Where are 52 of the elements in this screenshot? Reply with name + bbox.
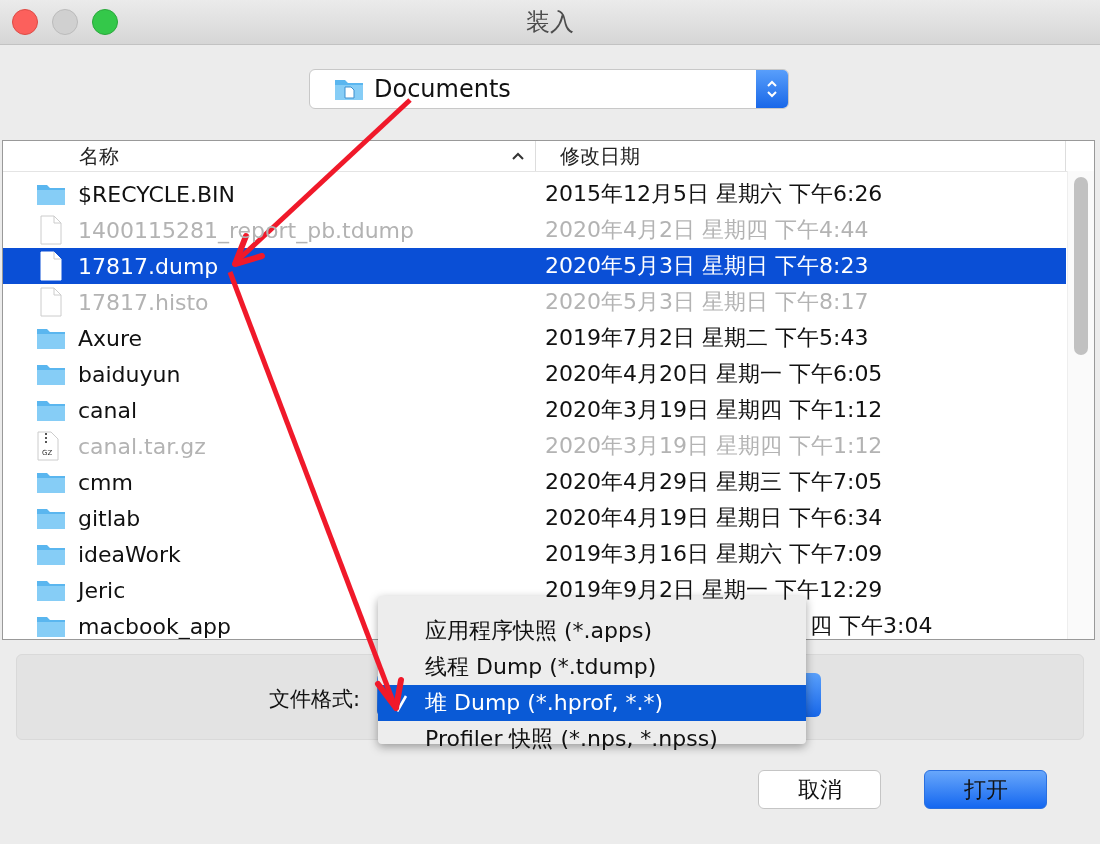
close-button[interactable]	[12, 9, 38, 35]
modified-date: 2019年3月16日 星期六 下午7:09	[545, 541, 883, 566]
column-header[interactable]: 名称	[3, 141, 536, 171]
modified-date: 四 下午3:04	[810, 613, 933, 638]
folder-icon	[36, 542, 66, 566]
open-button[interactable]: 打开	[924, 770, 1047, 809]
menu-item[interactable]: 堆 Dump (*.hprof, *.*)	[378, 685, 806, 721]
modified-date: 2020年4月19日 星期日 下午6:34	[545, 505, 883, 530]
selected-row[interactable]: 17817.dump 2020年5月3日 星期日 下午8:23	[3, 248, 1066, 284]
folder-icon	[36, 362, 66, 386]
file-name[interactable]: Axure	[78, 325, 143, 351]
modified-date: 2020年3月19日 星期四 下午1:12	[545, 433, 883, 458]
modified-date: 2020年4月2日 星期四 下午4:44	[545, 217, 869, 242]
stepper-icon	[765, 78, 779, 100]
menu-item[interactable]: Profiler 快照 (*.nps, *.npss)	[378, 721, 806, 757]
modified-date: 2020年4月29日 星期三 下午7:05	[545, 469, 883, 494]
modified-date: 2020年3月19日 星期四 下午1:12	[545, 397, 883, 422]
file-name[interactable]: macbook_app	[78, 613, 232, 639]
folder-icon	[36, 182, 66, 206]
scrollbar-thumb[interactable]	[1074, 177, 1088, 355]
folder-icon	[36, 398, 66, 422]
menu-item[interactable]: 线程 Dump (*.tdump)	[378, 649, 806, 685]
modified-date: 2019年7月2日 星期二 下午5:43	[545, 325, 869, 350]
scrollbar[interactable]	[1067, 171, 1094, 639]
column-header[interactable]: 修改日期	[536, 141, 1066, 171]
folder-icon	[36, 470, 66, 494]
file-name[interactable]: cmm	[78, 469, 133, 495]
document-folder-icon	[334, 77, 364, 101]
modified-date: 2020年5月3日 星期日 下午8:17	[545, 289, 869, 314]
modified-date: 2019年9月2日 星期一 下午12:29	[545, 577, 883, 602]
file-name[interactable]: ideaWork	[78, 541, 181, 567]
file-name[interactable]: $RECYCLE.BIN	[78, 181, 235, 207]
cancel-button[interactable]: 取消	[758, 770, 881, 809]
format-label: 文件格式:	[269, 686, 361, 713]
zoom-button[interactable]	[92, 9, 118, 35]
file-name[interactable]: baiduyun	[78, 361, 181, 387]
file-name[interactable]: canal	[78, 397, 138, 423]
folder-icon	[36, 506, 66, 530]
modified-date: 2020年4月20日 星期一 下午6:05	[545, 361, 883, 386]
menu-item[interactable]: 应用程序快照 (*.apps)	[378, 613, 806, 649]
file-name[interactable]: 17817.dump	[78, 253, 219, 279]
file-name[interactable]: gitlab	[78, 505, 141, 531]
file-name[interactable]: Jeric	[78, 577, 126, 603]
folder-icon	[36, 326, 66, 350]
minimize-button[interactable]	[52, 9, 78, 35]
folder-icon	[36, 578, 66, 602]
modified-date: 2015年12月5日 星期六 下午6:26	[545, 181, 883, 206]
location-popup[interactable]: Documents	[309, 69, 789, 109]
modified-date: 2020年5月3日 星期日 下午8:23	[545, 253, 869, 278]
window-title: 装入	[526, 7, 574, 38]
folder-icon	[36, 614, 66, 638]
sort-up-icon	[511, 151, 525, 161]
